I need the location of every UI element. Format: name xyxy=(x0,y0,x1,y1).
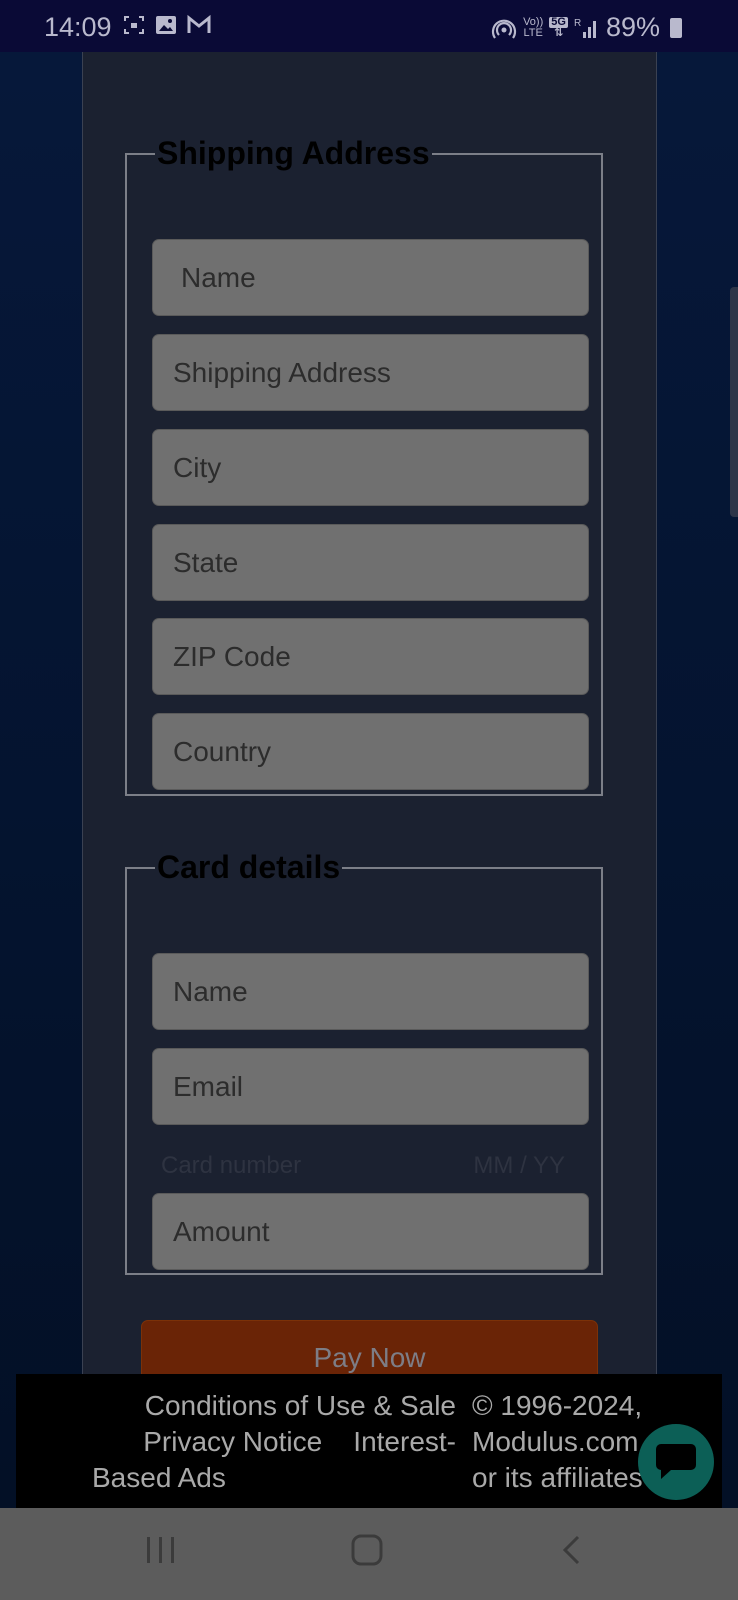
chat-button[interactable] xyxy=(638,1424,714,1500)
shipping-address-legend: Shipping Address xyxy=(157,135,430,171)
status-time: 14:09 xyxy=(44,12,112,42)
signal-icon: R xyxy=(574,18,596,38)
expiry-input[interactable]: MM / YY xyxy=(473,1152,565,1180)
5g-icon: 5G ⇅ xyxy=(549,15,568,39)
screenshot-icon xyxy=(124,16,144,34)
interest-based-ads-link[interactable]: Interest- xyxy=(353,1426,456,1457)
card-details-fieldset: Card details Name Email Card number MM /… xyxy=(125,849,603,1275)
home-icon[interactable] xyxy=(350,1534,384,1566)
battery-icon xyxy=(670,17,682,38)
svg-text:R: R xyxy=(574,18,581,29)
navigation-bar xyxy=(0,1508,738,1600)
conditions-of-use-link[interactable]: Conditions of Use & Sale xyxy=(16,1388,456,1424)
status-bar: 14:09 Vo)) LTE 5G ⇅ R 89% xyxy=(0,0,738,52)
card-element[interactable]: Card number MM / YY xyxy=(161,1152,581,1182)
email-input[interactable]: Email xyxy=(152,1048,589,1125)
country-input[interactable]: Country xyxy=(152,713,589,790)
card-details-legend: Card details xyxy=(157,849,341,885)
shipping-address-input[interactable]: Shipping Address xyxy=(152,334,589,411)
card-number-input[interactable]: Card number xyxy=(161,1152,301,1179)
scroll-indicator[interactable] xyxy=(730,287,738,517)
hotspot-icon xyxy=(492,19,517,39)
state-input[interactable]: State xyxy=(152,524,589,601)
checkout-page: Shipping Address Name Shipping Address C… xyxy=(0,52,738,1508)
privacy-notice-link[interactable]: Privacy Notice xyxy=(143,1426,322,1457)
battery-percent: 89% xyxy=(605,12,660,42)
interest-based-ads-link-cont[interactable]: Based Ads xyxy=(92,1462,226,1493)
card-name-input[interactable]: Name xyxy=(152,953,589,1030)
shipping-name-input[interactable]: Name xyxy=(152,239,589,316)
checkout-panel: Shipping Address Name Shipping Address C… xyxy=(82,52,657,1508)
footer: Conditions of Use & Sale Privacy Notice … xyxy=(16,1374,722,1508)
gmail-icon xyxy=(187,14,211,33)
back-icon[interactable] xyxy=(560,1534,586,1566)
recent-apps-icon[interactable] xyxy=(144,1534,178,1566)
city-input[interactable]: City xyxy=(152,429,589,506)
amount-input[interactable]: Amount xyxy=(152,1193,589,1270)
gallery-icon xyxy=(156,16,176,34)
zip-code-input[interactable]: ZIP Code xyxy=(152,618,589,695)
shipping-address-fieldset: Shipping Address Name Shipping Address C… xyxy=(125,135,603,796)
chat-bubble-icon xyxy=(656,1444,696,1479)
volte-icon: Vo)) LTE xyxy=(523,15,544,39)
